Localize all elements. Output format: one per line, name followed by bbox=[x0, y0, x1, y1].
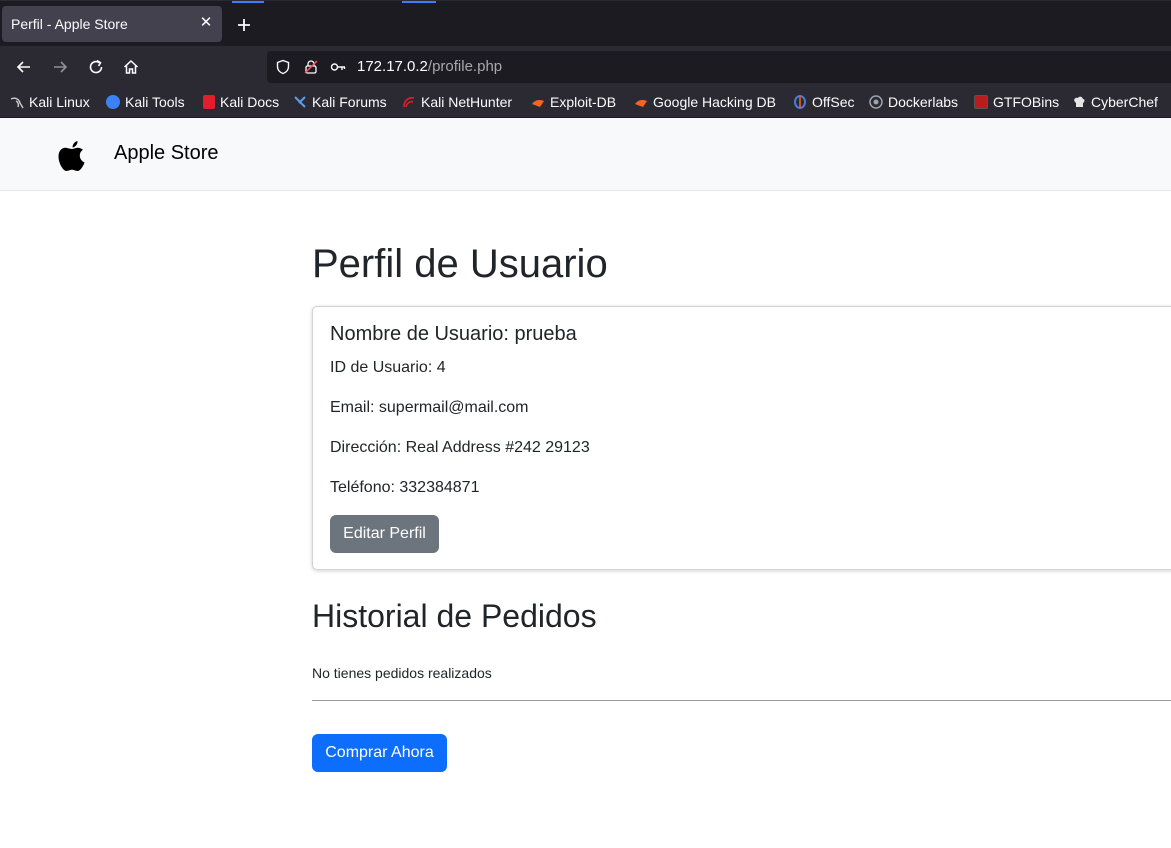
home-icon[interactable] bbox=[121, 57, 141, 77]
url-bar[interactable]: 172.17.0.2/profile.php bbox=[267, 51, 1171, 83]
kali-tools-icon bbox=[106, 95, 120, 109]
new-tab-plus-icon[interactable] bbox=[234, 15, 254, 35]
buy-now-button[interactable]: Comprar Ahora bbox=[312, 734, 447, 772]
bookmark-kali-nethunter[interactable]: Kali NetHunter bbox=[402, 94, 512, 110]
bookmark-label: Exploit-DB bbox=[550, 94, 617, 110]
key-icon[interactable] bbox=[330, 59, 346, 75]
url-text[interactable]: 172.17.0.2/profile.php bbox=[357, 58, 502, 75]
tab-title: Perfil - Apple Store bbox=[11, 16, 128, 32]
page-title: Perfil de Usuario bbox=[312, 242, 608, 286]
bookmark-label: OffSec bbox=[812, 94, 855, 110]
back-arrow-icon[interactable] bbox=[14, 57, 34, 77]
bookmark-offsec[interactable]: OffSec bbox=[793, 94, 855, 110]
url-host: 172.17.0.2 bbox=[357, 58, 428, 75]
bookmark-dockerlabs[interactable]: Dockerlabs bbox=[869, 94, 958, 110]
tab-strip-accent bbox=[402, 1, 436, 3]
brand-name[interactable]: Apple Store bbox=[114, 142, 219, 165]
edit-profile-button[interactable]: Editar Perfil bbox=[330, 515, 439, 553]
order-history-title: Historial de Pedidos bbox=[312, 598, 597, 634]
bookmark-label: Google Hacking DB bbox=[653, 94, 776, 110]
bookmarks-bar: Kali Linux Kali Tools Kali Docs Kali For… bbox=[0, 88, 1171, 118]
browser-tab-active[interactable]: Perfil - Apple Store ✕ bbox=[2, 6, 222, 42]
kali-dragon-icon bbox=[10, 97, 24, 109]
bookmark-gtfobins[interactable]: GTFOBins bbox=[974, 94, 1059, 110]
no-orders-text: No tienes pedidos realizados bbox=[312, 665, 492, 681]
exploit-db-icon bbox=[532, 100, 544, 107]
email-text: Email: supermail@mail.com bbox=[330, 399, 529, 416]
ghdb-icon bbox=[635, 100, 647, 107]
cyberchef-icon bbox=[1074, 96, 1085, 107]
divider bbox=[312, 700, 1171, 701]
kali-nethunter-icon bbox=[403, 97, 415, 108]
bookmark-label: CyberChef bbox=[1091, 94, 1158, 110]
bookmark-label: Kali NetHunter bbox=[421, 94, 513, 110]
bookmark-label: Kali Forums bbox=[312, 94, 387, 110]
bookmark-label: Kali Docs bbox=[220, 94, 280, 110]
bookmark-exploit-db[interactable]: Exploit-DB bbox=[531, 94, 616, 110]
bookmark-kali-tools[interactable]: Kali Tools bbox=[106, 94, 185, 110]
offsec-icon bbox=[794, 95, 806, 109]
browser-toolbar: 172.17.0.2/profile.php bbox=[0, 46, 1171, 88]
dockerlabs-icon bbox=[869, 95, 883, 109]
bookmark-label: Kali Linux bbox=[29, 94, 90, 110]
profile-card: Nombre de Usuario: prueba ID de Usuario:… bbox=[312, 306, 1171, 570]
site-navbar: Apple Store bbox=[0, 118, 1171, 191]
user-id-text: ID de Usuario: 4 bbox=[330, 359, 446, 376]
tab-strip-accent bbox=[232, 1, 264, 3]
insecure-lock-icon[interactable] bbox=[303, 59, 319, 75]
bookmark-label: Kali Tools bbox=[125, 94, 185, 110]
bookmark-label: GTFOBins bbox=[993, 94, 1060, 110]
bookmark-kali-docs[interactable]: Kali Docs bbox=[203, 94, 279, 110]
kali-docs-icon bbox=[203, 95, 215, 109]
phone-text: Teléfono: 332384871 bbox=[330, 479, 480, 496]
bookmark-kali-linux[interactable]: Kali Linux bbox=[10, 94, 90, 110]
reload-icon[interactable] bbox=[86, 57, 106, 77]
bookmark-label: Dockerlabs bbox=[888, 94, 959, 110]
bookmark-cyberchef[interactable]: CyberChef bbox=[1072, 94, 1158, 110]
username-heading: Nombre de Usuario: prueba bbox=[330, 323, 577, 345]
address-text: Dirección: Real Address #242 29123 bbox=[330, 439, 590, 456]
shield-icon[interactable] bbox=[275, 59, 291, 75]
tab-strip: Perfil - Apple Store ✕ bbox=[0, 0, 1171, 46]
url-path: /profile.php bbox=[427, 58, 503, 75]
close-icon[interactable]: ✕ bbox=[198, 15, 214, 31]
gtfobins-icon bbox=[974, 95, 988, 109]
apple-logo-icon[interactable] bbox=[57, 139, 87, 173]
kali-forums-icon bbox=[294, 96, 306, 108]
bookmark-google-hacking-db[interactable]: Google Hacking DB bbox=[634, 94, 776, 110]
bookmark-kali-forums[interactable]: Kali Forums bbox=[293, 94, 387, 110]
forward-arrow-icon[interactable] bbox=[50, 57, 70, 77]
